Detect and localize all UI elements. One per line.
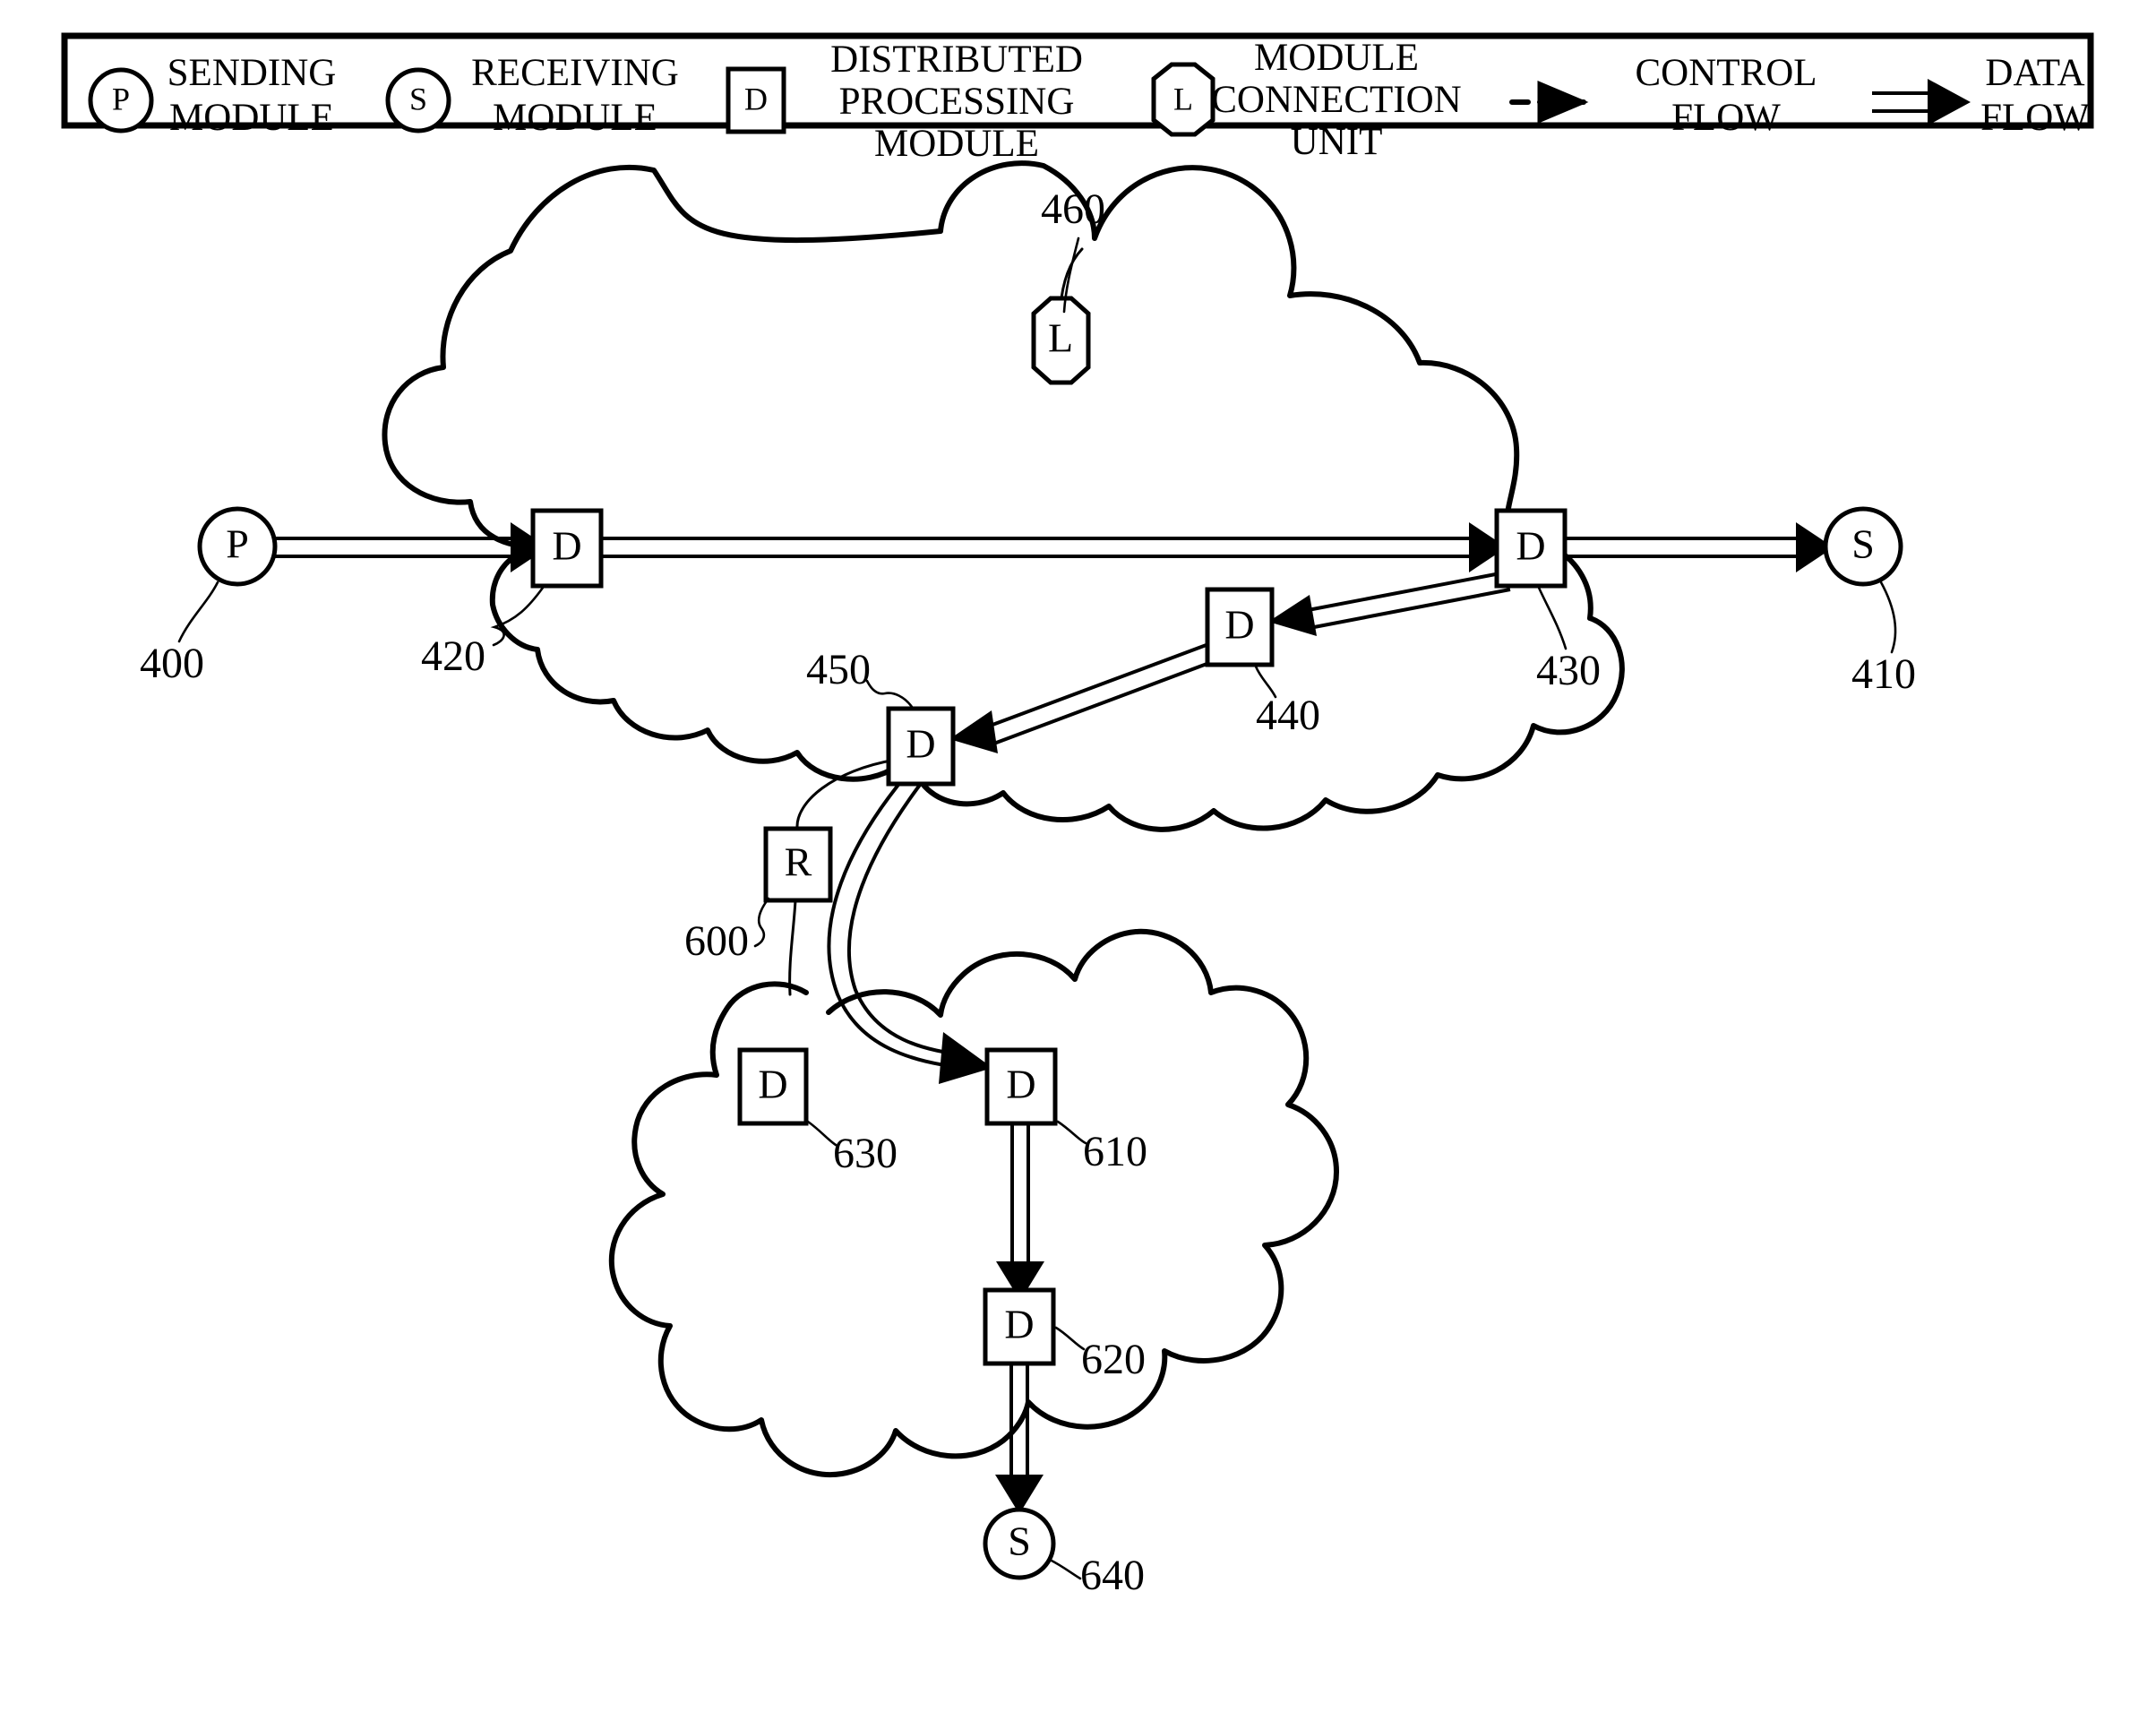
node-letter-d620: D — [1004, 1302, 1034, 1347]
node-l460[interactable]: L — [1031, 296, 1091, 385]
leader-410 — [1879, 581, 1897, 654]
node-letter-r600: R — [785, 839, 812, 885]
upper-cloud — [382, 160, 1625, 832]
legend-label-control-line1: CONTROL — [1635, 52, 1817, 94]
legend-symbol-d: D — [744, 81, 768, 116]
legend-label-receiving-line2: MODULE — [493, 97, 657, 139]
ref-label-600: 600 — [684, 917, 749, 965]
legend-symbol-l: L — [1173, 81, 1193, 116]
ref-label-460: 460 — [1041, 185, 1105, 233]
leader-640 — [1048, 1558, 1082, 1580]
legend-label-receiving-line1: RECEIVING — [471, 52, 679, 94]
node-d440[interactable]: D — [1205, 587, 1275, 667]
legend-label-dpm-line2: PROCESSING — [839, 81, 1075, 123]
legend-label-mcu-line3: UNIT — [1291, 121, 1383, 163]
node-p400[interactable]: P — [197, 506, 278, 587]
node-letter-l460: L — [1048, 315, 1073, 361]
node-s410[interactable]: S — [1823, 506, 1903, 587]
node-letter-s640: S — [1008, 1518, 1031, 1564]
ref-label-450: 450 — [806, 646, 871, 693]
patent-figure: P SENDING MODULE S RECEIVING MODULE D DI… — [0, 0, 2156, 1712]
node-letter-d430: D — [1516, 523, 1545, 569]
ref-label-420: 420 — [421, 632, 485, 680]
node-letter-d630: D — [758, 1062, 787, 1107]
node-d420[interactable]: D — [530, 508, 604, 589]
leader-600 — [753, 897, 770, 948]
figure-canvas: P SENDING MODULE S RECEIVING MODULE D DI… — [61, 32, 2094, 1599]
legend-label-sending-line1: SENDING — [167, 52, 337, 94]
node-letter-d420: D — [552, 523, 581, 569]
node-letter-d440: D — [1224, 602, 1254, 648]
legend-label-mcu-line2: CONNECTION — [1211, 79, 1461, 121]
flow-d430-to-s410 — [1566, 522, 1834, 572]
legend-label-dpm-line1: DISTRIBUTED — [830, 39, 1083, 81]
legend-symbol-p: P — [112, 81, 130, 116]
ref-label-400: 400 — [140, 640, 204, 687]
legend-label-dpm-line3: MODULE — [874, 123, 1039, 165]
node-d630[interactable]: D — [737, 1047, 809, 1126]
node-letter-p400: P — [226, 521, 249, 567]
node-letter-s410: S — [1851, 521, 1875, 567]
lower-cloud — [608, 928, 1339, 1478]
node-d610[interactable]: D — [984, 1047, 1058, 1126]
node-letter-d450: D — [906, 721, 935, 767]
ref-label-430: 430 — [1536, 647, 1601, 694]
leader-450 — [865, 679, 914, 709]
link-r600-to-lower-cloud — [788, 899, 797, 996]
leader-400 — [177, 581, 219, 643]
node-r600[interactable]: R — [763, 826, 833, 903]
node-d620[interactable]: D — [983, 1287, 1056, 1366]
legend-label-sending-line2: MODULE — [169, 97, 334, 139]
ref-label-630: 630 — [833, 1130, 898, 1177]
ref-label-440: 440 — [1256, 692, 1320, 739]
ref-label-610: 610 — [1083, 1128, 1147, 1175]
legend-label-data-line1: DATA — [1985, 52, 2084, 94]
ref-label-620: 620 — [1081, 1336, 1146, 1383]
legend-label-control-line2: FLOW — [1671, 97, 1781, 139]
node-letter-d610: D — [1006, 1062, 1035, 1107]
legend: P SENDING MODULE S RECEIVING MODULE D DI… — [61, 32, 2094, 165]
ref-label-410: 410 — [1851, 650, 1916, 698]
legend-symbol-s: S — [409, 81, 427, 116]
legend-label-mcu-line1: MODULE — [1254, 37, 1419, 79]
node-d450[interactable]: D — [886, 706, 956, 787]
node-d430[interactable]: D — [1494, 508, 1568, 589]
legend-label-data-line2: FLOW — [1980, 97, 2090, 139]
node-s640[interactable]: S — [983, 1507, 1056, 1580]
ref-label-640: 640 — [1080, 1552, 1145, 1599]
